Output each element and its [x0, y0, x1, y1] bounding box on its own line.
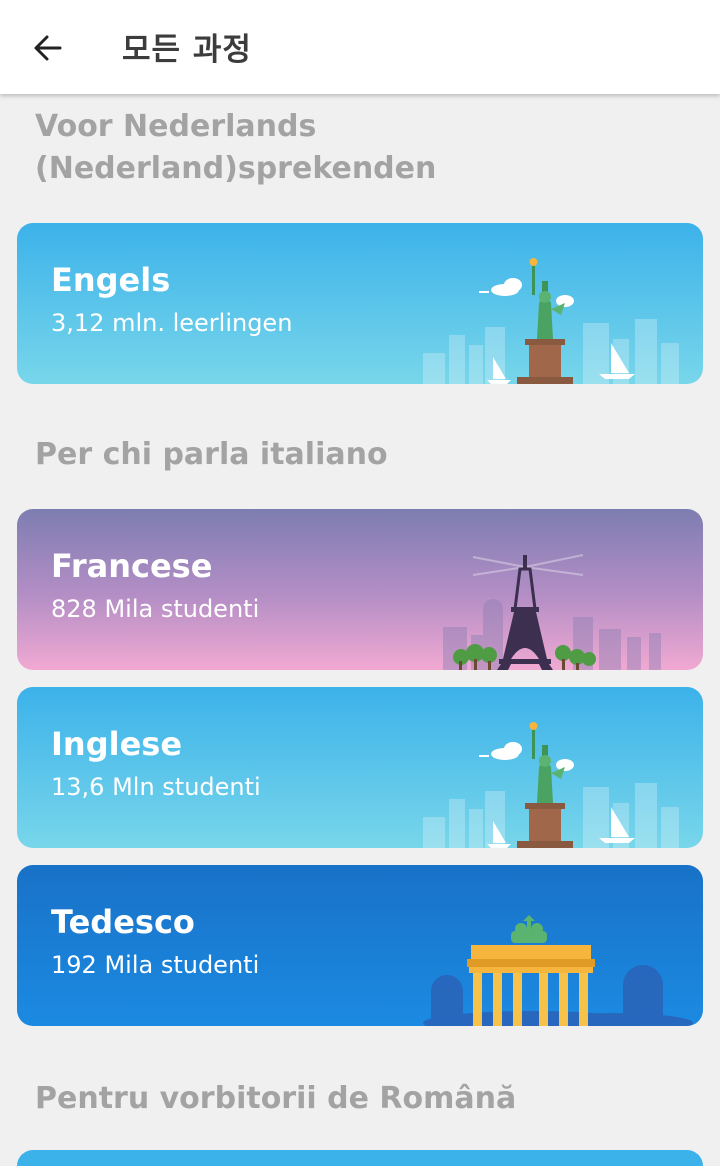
course-name: Engels	[51, 261, 171, 299]
course-name: Tedesco	[51, 903, 195, 941]
app-screen: 모든 과정 Voor Nederlands (Nederland)spreken…	[0, 0, 720, 1166]
course-card-francese[interactable]: Francese 828 Mila studenti	[17, 509, 703, 670]
section-header-italian: Per chi parla italiano	[35, 437, 388, 472]
brandenburg-gate-icon	[423, 915, 693, 1026]
app-bar: 모든 과정	[0, 0, 720, 94]
course-card-partial[interactable]	[17, 1150, 703, 1166]
page-title: 모든 과정	[122, 32, 252, 68]
course-card-tedesco[interactable]: Tedesco 192 Mila studenti	[17, 865, 703, 1026]
back-button[interactable]	[22, 22, 74, 74]
section-header-dutch: Voor Nederlands (Nederland)sprekenden	[35, 109, 437, 186]
course-learners: 192 Mila studenti	[51, 951, 260, 979]
course-learners: 3,12 mln. leerlingen	[51, 309, 293, 337]
course-learners: 828 Mila studenti	[51, 595, 260, 623]
course-card-inglese[interactable]: Inglese 13,6 Mln studenti	[17, 687, 703, 848]
statue-of-liberty-icon	[423, 722, 679, 848]
course-name: Francese	[51, 547, 213, 585]
course-name: Inglese	[51, 725, 183, 763]
course-card-engels[interactable]: Engels 3,12 mln. leerlingen	[17, 223, 703, 384]
section-header-romanian: Pentru vorbitorii de Română	[35, 1081, 517, 1116]
statue-of-liberty-icon	[423, 258, 679, 384]
course-learners: 13,6 Mln studenti	[51, 773, 261, 801]
arrow-left-icon	[34, 35, 62, 61]
eiffel-tower-icon	[443, 554, 661, 670]
